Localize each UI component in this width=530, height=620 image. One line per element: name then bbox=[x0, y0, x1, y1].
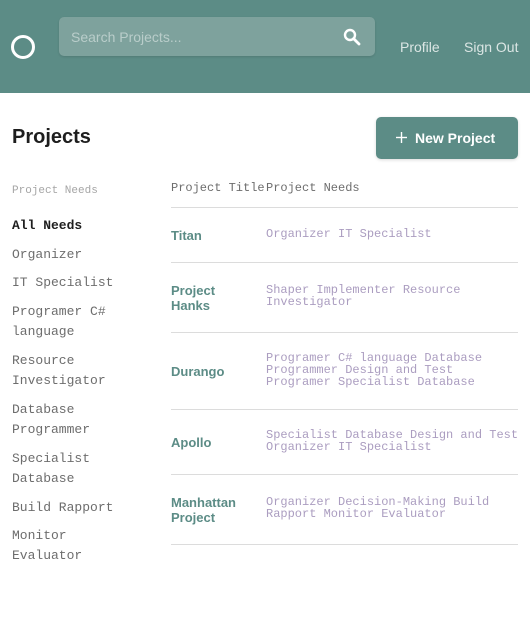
project-needs: Specialist Database Design and Test Orga… bbox=[266, 428, 519, 454]
table-divider bbox=[171, 332, 518, 333]
column-header-title[interactable]: Project Title bbox=[171, 181, 265, 195]
filter-specialist-database[interactable]: Specialist Database bbox=[12, 449, 132, 489]
filter-programer-c-language[interactable]: Programer C# language bbox=[12, 302, 132, 342]
column-header-needs[interactable]: Project Needs bbox=[266, 181, 360, 195]
page-title: Projects bbox=[12, 126, 91, 148]
project-title-link[interactable]: Project Hanks bbox=[171, 283, 231, 313]
sidebar-heading: Project Needs bbox=[12, 185, 98, 197]
logo-circle-icon[interactable] bbox=[11, 35, 35, 59]
table-divider bbox=[171, 544, 518, 545]
project-title-link[interactable]: Apollo bbox=[171, 435, 261, 450]
profile-link[interactable]: Profile bbox=[400, 39, 440, 55]
table-divider bbox=[171, 207, 518, 208]
filter-resource-investigator[interactable]: Resource Investigator bbox=[12, 351, 132, 391]
search-bar bbox=[59, 17, 375, 56]
project-needs: Programer C# language Database Programme… bbox=[266, 351, 483, 389]
search-input[interactable] bbox=[59, 17, 329, 56]
table-divider bbox=[171, 474, 518, 475]
table-divider bbox=[171, 409, 518, 410]
project-title-link[interactable]: Durango bbox=[171, 364, 261, 379]
search-icon[interactable] bbox=[343, 28, 361, 46]
filter-database-programmer[interactable]: Database Programmer bbox=[12, 400, 132, 440]
project-needs: Shaper Implementer Resource Investigator bbox=[266, 283, 461, 309]
new-project-label: New Project bbox=[415, 130, 496, 146]
filter-build-rapport[interactable]: Build Rapport bbox=[12, 498, 132, 518]
plus-icon bbox=[396, 132, 407, 143]
table-divider bbox=[171, 262, 518, 263]
project-needs: Organizer IT Specialist bbox=[266, 227, 432, 241]
filter-monitor-evaluator[interactable]: Monitor Evaluator bbox=[12, 526, 132, 566]
filter-organizer[interactable]: Organizer bbox=[12, 245, 132, 265]
filter-it-specialist[interactable]: IT Specialist bbox=[12, 273, 132, 293]
new-project-button[interactable]: New Project bbox=[376, 117, 518, 159]
sign-out-link[interactable]: Sign Out bbox=[464, 39, 518, 55]
filter-all-needs[interactable]: All Needs bbox=[12, 216, 132, 236]
project-needs: Organizer Decision-Making Build Rapport … bbox=[266, 495, 490, 521]
project-title-link[interactable]: Manhattan Project bbox=[171, 495, 261, 525]
project-title-link[interactable]: Titan bbox=[171, 228, 261, 243]
top-header: Profile Sign Out bbox=[0, 0, 530, 93]
